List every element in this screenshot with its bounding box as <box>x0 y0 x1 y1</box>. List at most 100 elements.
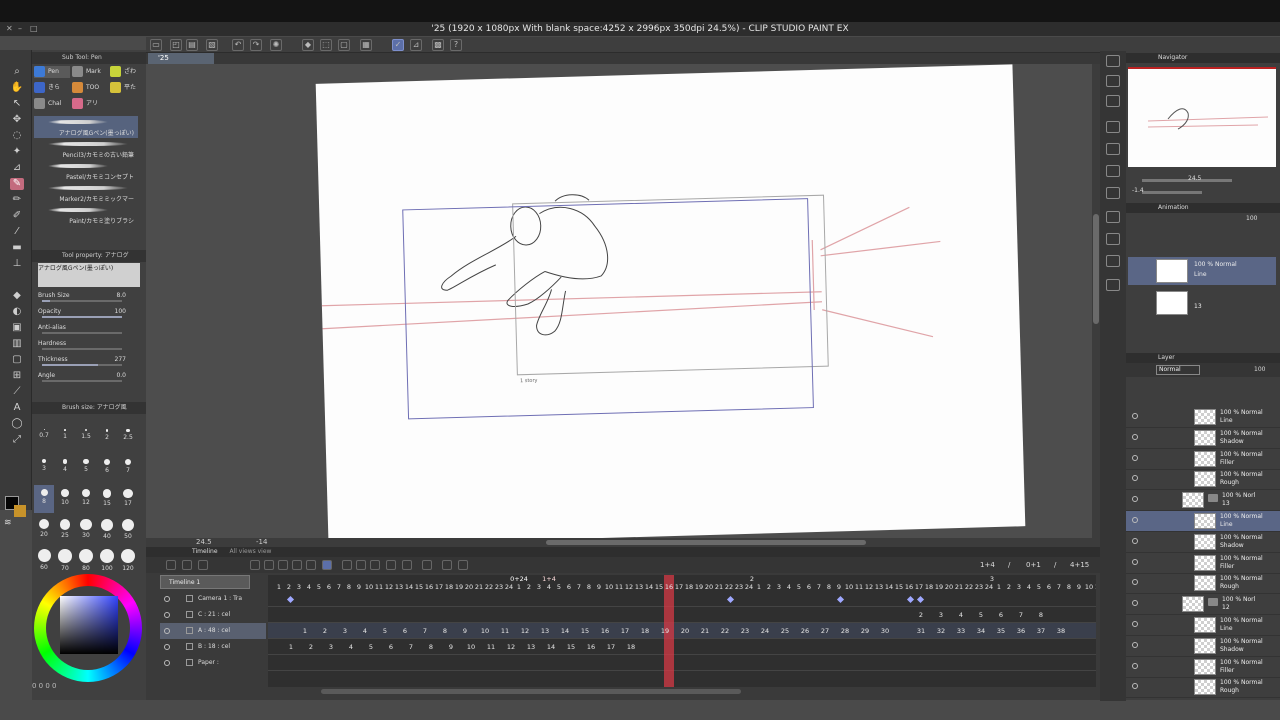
cel-number[interactable]: 5 <box>364 643 378 651</box>
cel-number[interactable]: 9 <box>444 643 458 651</box>
new-cel-icon[interactable] <box>356 560 366 570</box>
animation-cel[interactable]: 100 % Normal Line <box>1128 257 1276 285</box>
cel-number[interactable]: 4 <box>344 643 358 651</box>
eye-icon[interactable] <box>1132 537 1138 544</box>
frame-icon[interactable]: ⊞ <box>10 370 24 382</box>
property-row[interactable]: Anti-alias <box>38 322 140 334</box>
brush-size-option[interactable]: 1.5 <box>76 425 96 453</box>
property-slider[interactable] <box>42 364 122 366</box>
brush-size-option[interactable]: 20 <box>34 515 54 543</box>
property-row[interactable]: Hardness <box>38 338 140 350</box>
save-icon[interactable]: ▤ <box>186 39 198 51</box>
text-icon[interactable]: A <box>10 402 24 414</box>
undo-icon[interactable]: ↶ <box>232 39 244 51</box>
keyframe-interp-icon[interactable] <box>442 560 452 570</box>
redo-icon[interactable]: ↷ <box>250 39 262 51</box>
new-timeline-icon[interactable] <box>166 560 176 570</box>
brush-size-option[interactable]: 25 <box>55 515 75 543</box>
layer-property-icon[interactable] <box>1106 121 1120 133</box>
eye-icon[interactable] <box>1132 454 1138 461</box>
help-icon[interactable]: ? <box>450 39 462 51</box>
snap-icon[interactable]: ✓ <box>392 39 404 51</box>
layer-row[interactable]: 100 % Normal Rough <box>1126 677 1280 699</box>
track-row-c[interactable] <box>268 607 1096 623</box>
cel-number[interactable]: 2 <box>914 611 928 619</box>
cel-number[interactable]: 16 <box>598 627 612 635</box>
brush-size-option[interactable]: 3 <box>34 455 54 483</box>
brush-size-option[interactable]: 30 <box>76 515 96 543</box>
track-name[interactable]: Paper : <box>160 655 266 671</box>
vertical-scrollbar[interactable] <box>1092 64 1100 538</box>
first-frame-icon[interactable] <box>250 560 260 570</box>
cel-number[interactable]: 3 <box>934 611 948 619</box>
cel-number[interactable]: 3 <box>324 643 338 651</box>
brush-size-option[interactable]: 120 <box>118 545 138 573</box>
new-anim-folder-icon[interactable] <box>342 560 352 570</box>
track-name[interactable]: C : 21 : cel <box>160 607 266 623</box>
layer-row[interactable]: 100 % Normal Filler <box>1126 657 1280 678</box>
brush-item[interactable]: アナログ風Gペン(墨っぽい) <box>34 116 138 138</box>
cel-number[interactable]: 2 <box>304 643 318 651</box>
brush-size-option[interactable]: 15 <box>97 485 117 513</box>
settings-icon[interactable]: ✺ <box>270 39 282 51</box>
onion-skin-icon[interactable] <box>386 560 396 570</box>
layer-row[interactable]: 100 % Normal Shadow <box>1126 532 1280 553</box>
animation-cel[interactable]: 13 <box>1128 289 1276 317</box>
eraser-icon[interactable]: ◆ <box>10 290 24 302</box>
subtool-group-tab[interactable]: アリ <box>72 98 108 110</box>
subtool-group-tab[interactable]: きら <box>34 82 70 94</box>
cel-number[interactable]: 1 <box>298 627 312 635</box>
prev-frame-icon[interactable] <box>264 560 274 570</box>
cel-number[interactable]: 16 <box>584 643 598 651</box>
sub-color-swatch[interactable] <box>14 505 26 517</box>
cel-number[interactable]: 7 <box>404 643 418 651</box>
layer-row[interactable]: 100 % Normal Line <box>1126 511 1280 532</box>
brush-item[interactable]: Pastel/カモミコンセプト <box>34 160 138 182</box>
brush-size-option[interactable]: 80 <box>76 545 96 573</box>
cel-number[interactable]: 4 <box>954 611 968 619</box>
brush-size-option[interactable]: 10 <box>55 485 75 513</box>
play-icon[interactable] <box>278 560 288 570</box>
brush-item[interactable]: Paint/カモミ塗りブラシ <box>34 204 138 226</box>
layer-row[interactable]: 100 % Normal Shadow <box>1126 636 1280 657</box>
layer-opacity[interactable]: 100 <box>1254 366 1265 373</box>
fill-icon[interactable]: ◆ <box>302 39 314 51</box>
cel-number[interactable]: 2 <box>318 627 332 635</box>
cel-number[interactable]: 14 <box>544 643 558 651</box>
sub-view-icon[interactable] <box>1106 255 1120 267</box>
cel-number[interactable]: 25 <box>778 627 792 635</box>
operation-icon[interactable]: ↖ <box>10 98 24 110</box>
layer-row[interactable]: 100 % Normal Filler <box>1126 449 1280 470</box>
cel-number[interactable]: 32 <box>934 627 948 635</box>
next-frame-icon[interactable] <box>292 560 302 570</box>
brush-size-option[interactable]: 12 <box>76 485 96 513</box>
close-icon[interactable]: ✕ <box>6 22 13 36</box>
export-icon[interactable]: ▧ <box>206 39 218 51</box>
eye-icon[interactable] <box>1132 641 1138 648</box>
brush-icon[interactable]: ✐ <box>10 210 24 222</box>
brush-size-option[interactable]: 2.5 <box>118 425 138 453</box>
layer-row[interactable]: 100 % Normal Rough <box>1126 469 1280 491</box>
subtool-group-tab[interactable]: Chal <box>34 98 70 110</box>
brush-size-option[interactable]: 60 <box>34 545 54 573</box>
light-table-icon[interactable] <box>402 560 412 570</box>
timeline-selector[interactable]: Timeline 1 <box>160 575 250 589</box>
property-slider[interactable] <box>42 332 122 334</box>
decoration-icon[interactable]: ▬ <box>10 242 24 254</box>
timeline-scroll-thumb[interactable] <box>321 689 741 694</box>
cel-number[interactable]: 4 <box>358 627 372 635</box>
eye-icon[interactable] <box>164 596 170 602</box>
eye-icon[interactable] <box>1132 600 1138 607</box>
cel-number[interactable]: 35 <box>994 627 1008 635</box>
brush-item[interactable]: Marker2/カモミミックマー <box>34 182 138 204</box>
pen-icon[interactable]: ✎ <box>10 178 24 190</box>
brush-size-option[interactable]: 50 <box>118 515 138 543</box>
camera-frame[interactable] <box>402 198 814 420</box>
cel-number[interactable]: 36 <box>1014 627 1028 635</box>
horizontal-scroll-thumb[interactable] <box>546 540 866 545</box>
cel-number[interactable]: 26 <box>798 627 812 635</box>
cel-number[interactable]: 38 <box>1054 627 1068 635</box>
track-checkbox[interactable] <box>186 611 193 618</box>
cel-number[interactable]: 30 <box>878 627 892 635</box>
eye-icon[interactable] <box>1132 433 1138 440</box>
